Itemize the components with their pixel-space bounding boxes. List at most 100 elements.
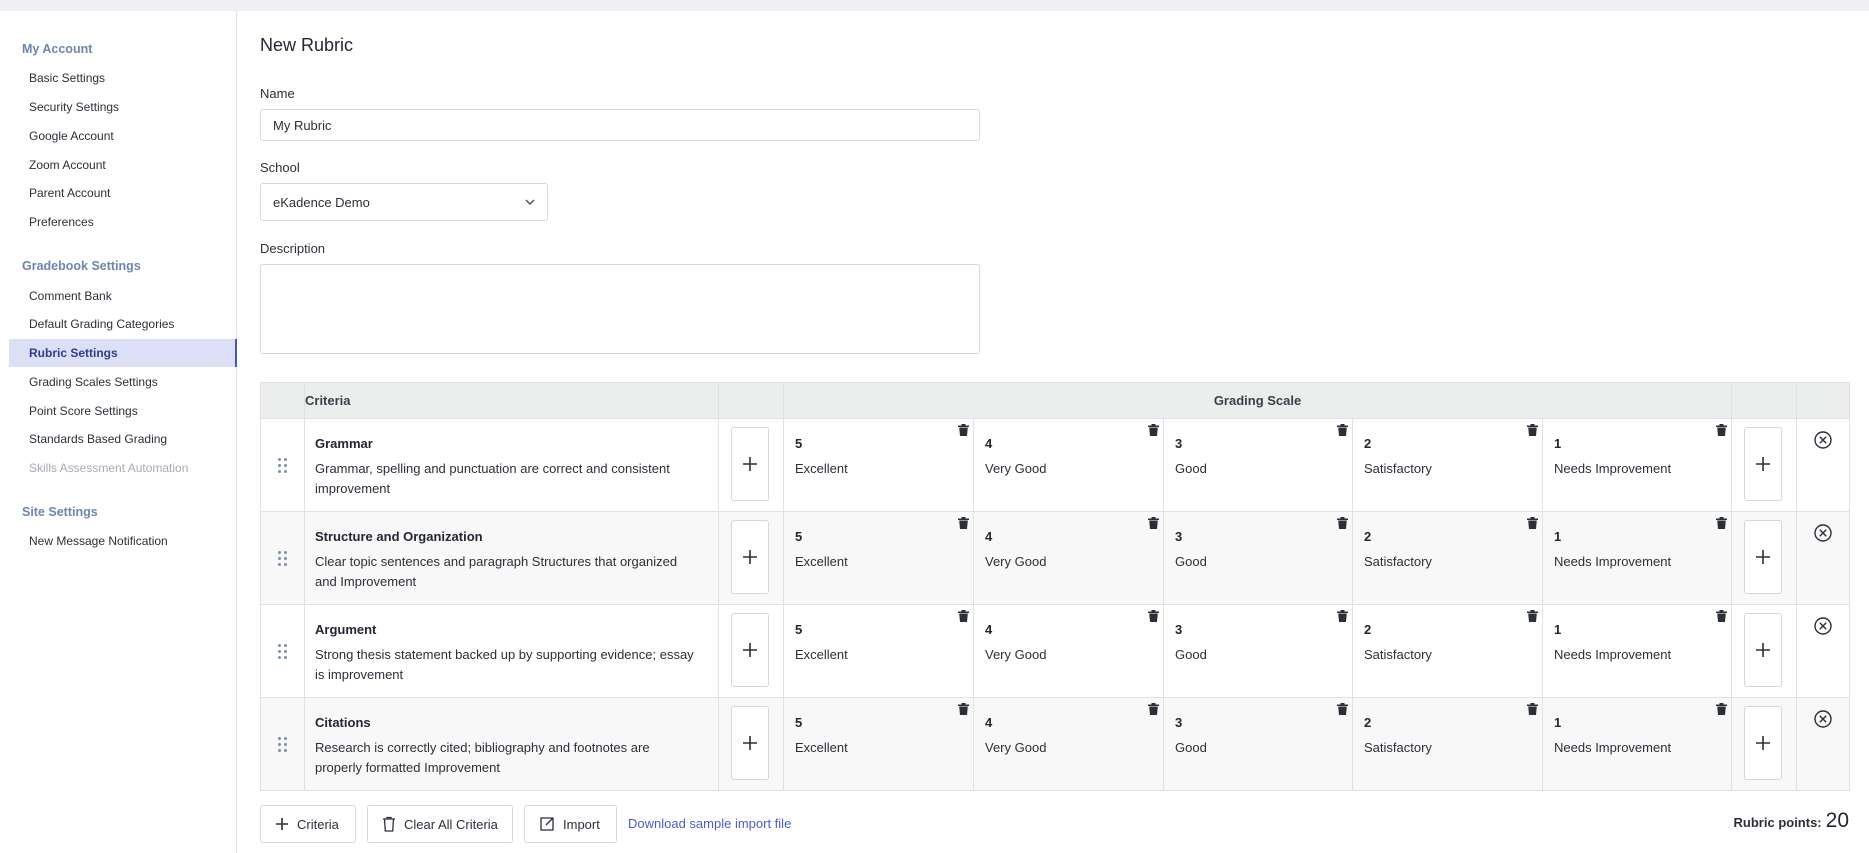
import-icon <box>540 817 554 831</box>
delete-level-icon[interactable] <box>1527 517 1538 529</box>
grading-level-cell[interactable]: 4 Very Good <box>973 697 1164 791</box>
add-level-start-button[interactable] <box>731 520 769 594</box>
delete-level-icon[interactable] <box>1716 424 1728 436</box>
plus-icon <box>1755 456 1771 472</box>
delete-level-icon[interactable] <box>1148 517 1159 529</box>
grading-level-cell[interactable]: 5 Excellent <box>783 511 974 605</box>
grading-level-cell[interactable]: 4 Very Good <box>973 511 1164 605</box>
add-level-end-button[interactable] <box>1744 706 1783 780</box>
delete-level-icon[interactable] <box>1716 610 1728 622</box>
level-points: 5 <box>795 436 803 451</box>
level-label: Needs Improvement <box>1554 647 1672 662</box>
level-points: 4 <box>985 622 993 637</box>
grading-level-cell[interactable]: 3 Good <box>1163 697 1353 791</box>
sidebar-item-grading-scales-settings[interactable]: Grading Scales Settings <box>9 368 237 396</box>
grading-level-cell[interactable]: 2 Satisfactory <box>1352 697 1543 791</box>
sidebar-item-default-grading-categories[interactable]: Default Grading Categories <box>9 310 237 338</box>
grading-level-cell[interactable]: 2 Satisfactory <box>1352 511 1543 605</box>
grading-level-cell[interactable]: 4 Very Good <box>973 604 1164 698</box>
sidebar-item-parent-account[interactable]: Parent Account <box>9 179 237 207</box>
name-field[interactable]: My Rubric <box>260 109 980 141</box>
grading-level-cell[interactable]: 2 Satisfactory <box>1352 604 1543 698</box>
level-points: 2 <box>1364 622 1372 637</box>
close-circle-icon[interactable] <box>1813 616 1833 636</box>
criteria-cell: Structure and Organization Clear topic se… <box>304 511 719 605</box>
delete-level-icon[interactable] <box>958 610 969 622</box>
sidebar-section-title: Site Settings <box>22 505 98 519</box>
add-level-end-button[interactable] <box>1744 520 1783 594</box>
sidebar-item-skills-assessment-automation: Skills Assessment Automation <box>29 461 189 475</box>
grading-level-cell[interactable]: 5 Excellent <box>783 697 974 791</box>
close-circle-icon[interactable] <box>1813 709 1833 729</box>
grading-level-cell[interactable]: 4 Very Good <box>973 418 1164 512</box>
drag-handle[interactable] <box>260 604 305 698</box>
sidebar-item-standards-based-grading[interactable]: Standards Based Grading <box>9 425 237 453</box>
delete-level-icon[interactable] <box>1148 703 1159 715</box>
delete-level-icon[interactable] <box>958 424 969 436</box>
grading-level-cell[interactable]: 3 Good <box>1163 418 1353 512</box>
delete-level-icon[interactable] <box>1337 424 1348 436</box>
delete-level-icon[interactable] <box>1148 424 1159 436</box>
sidebar-item-point-score-settings[interactable]: Point Score Settings <box>9 397 237 425</box>
school-select[interactable]: eKadence Demo <box>260 183 548 221</box>
add-level-end-button[interactable] <box>1744 427 1783 501</box>
grading-level-cell[interactable]: 1 Needs Improvement <box>1541 697 1733 791</box>
level-label: Good <box>1175 740 1207 755</box>
description-field[interactable] <box>260 264 980 354</box>
delete-level-icon[interactable] <box>958 703 969 715</box>
level-label: Satisfactory <box>1364 554 1432 569</box>
sidebar-section-title: My Account <box>22 42 93 56</box>
add-level-end-header <box>1731 382 1798 419</box>
add-level-start-button[interactable] <box>731 427 769 501</box>
delete-level-icon[interactable] <box>1337 610 1348 622</box>
clear-all-criteria-button[interactable]: Clear All Criteria <box>367 805 513 843</box>
delete-level-icon[interactable] <box>1716 517 1728 529</box>
add-level-cell <box>1731 418 1798 512</box>
delete-level-icon[interactable] <box>1716 703 1728 715</box>
drag-handle[interactable] <box>260 418 305 512</box>
delete-level-icon[interactable] <box>958 517 969 529</box>
grading-level-cell[interactable]: 2 Satisfactory <box>1352 418 1543 512</box>
grading-level-cell[interactable]: 3 Good <box>1163 511 1353 605</box>
delete-level-icon[interactable] <box>1527 424 1538 436</box>
grading-level-cell[interactable]: 3 Good <box>1163 604 1353 698</box>
add-level-start-button[interactable] <box>731 613 769 687</box>
delete-level-icon[interactable] <box>1148 610 1159 622</box>
add-criteria-button[interactable]: Criteria <box>260 805 356 843</box>
delete-level-icon[interactable] <box>1337 517 1348 529</box>
sidebar-item-basic-settings[interactable]: Basic Settings <box>9 64 237 92</box>
delete-criteria-cell <box>1796 697 1851 791</box>
delete-level-icon[interactable] <box>1527 703 1538 715</box>
level-label: Good <box>1175 554 1207 569</box>
delete-level-icon[interactable] <box>1337 703 1348 715</box>
close-circle-icon[interactable] <box>1813 430 1833 450</box>
sidebar-item-new-message-notification[interactable]: New Message Notification <box>9 527 237 555</box>
import-label: Import <box>563 816 600 832</box>
sidebar-item-zoom-account[interactable]: Zoom Account <box>9 151 237 179</box>
drag-handle[interactable] <box>260 511 305 605</box>
download-sample-link[interactable]: Download sample import file <box>628 816 791 831</box>
add-level-end-button[interactable] <box>1744 613 1783 687</box>
sidebar-item-comment-bank[interactable]: Comment Bank <box>9 282 237 310</box>
close-circle-icon[interactable] <box>1813 523 1833 543</box>
school-select-value: eKadence Demo <box>273 194 370 210</box>
grading-level-cell[interactable]: 5 Excellent <box>783 418 974 512</box>
sidebar-item-preferences[interactable]: Preferences <box>9 208 237 236</box>
grading-level-cell[interactable]: 1 Needs Improvement <box>1541 418 1733 512</box>
top-bar <box>0 0 1869 11</box>
import-button[interactable]: Import <box>524 805 617 843</box>
sidebar-item-rubric-settings[interactable]: Rubric Settings <box>9 339 237 367</box>
criteria-header: Criteria <box>304 382 719 419</box>
grading-level-cell[interactable]: 1 Needs Improvement <box>1541 511 1733 605</box>
sidebar-item-security-settings[interactable]: Security Settings <box>9 93 237 121</box>
criteria-cell: Argument Strong thesis statement backed u… <box>304 604 719 698</box>
add-level-start-button[interactable] <box>731 706 769 780</box>
grading-level-cell[interactable]: 1 Needs Improvement <box>1541 604 1733 698</box>
sidebar-item-google-account[interactable]: Google Account <box>9 122 237 150</box>
level-label: Excellent <box>795 554 848 569</box>
drag-handle[interactable] <box>260 697 305 791</box>
add-level-header <box>718 382 784 419</box>
delete-level-icon[interactable] <box>1527 610 1538 622</box>
level-points: 1 <box>1554 529 1562 544</box>
grading-level-cell[interactable]: 5 Excellent <box>783 604 974 698</box>
